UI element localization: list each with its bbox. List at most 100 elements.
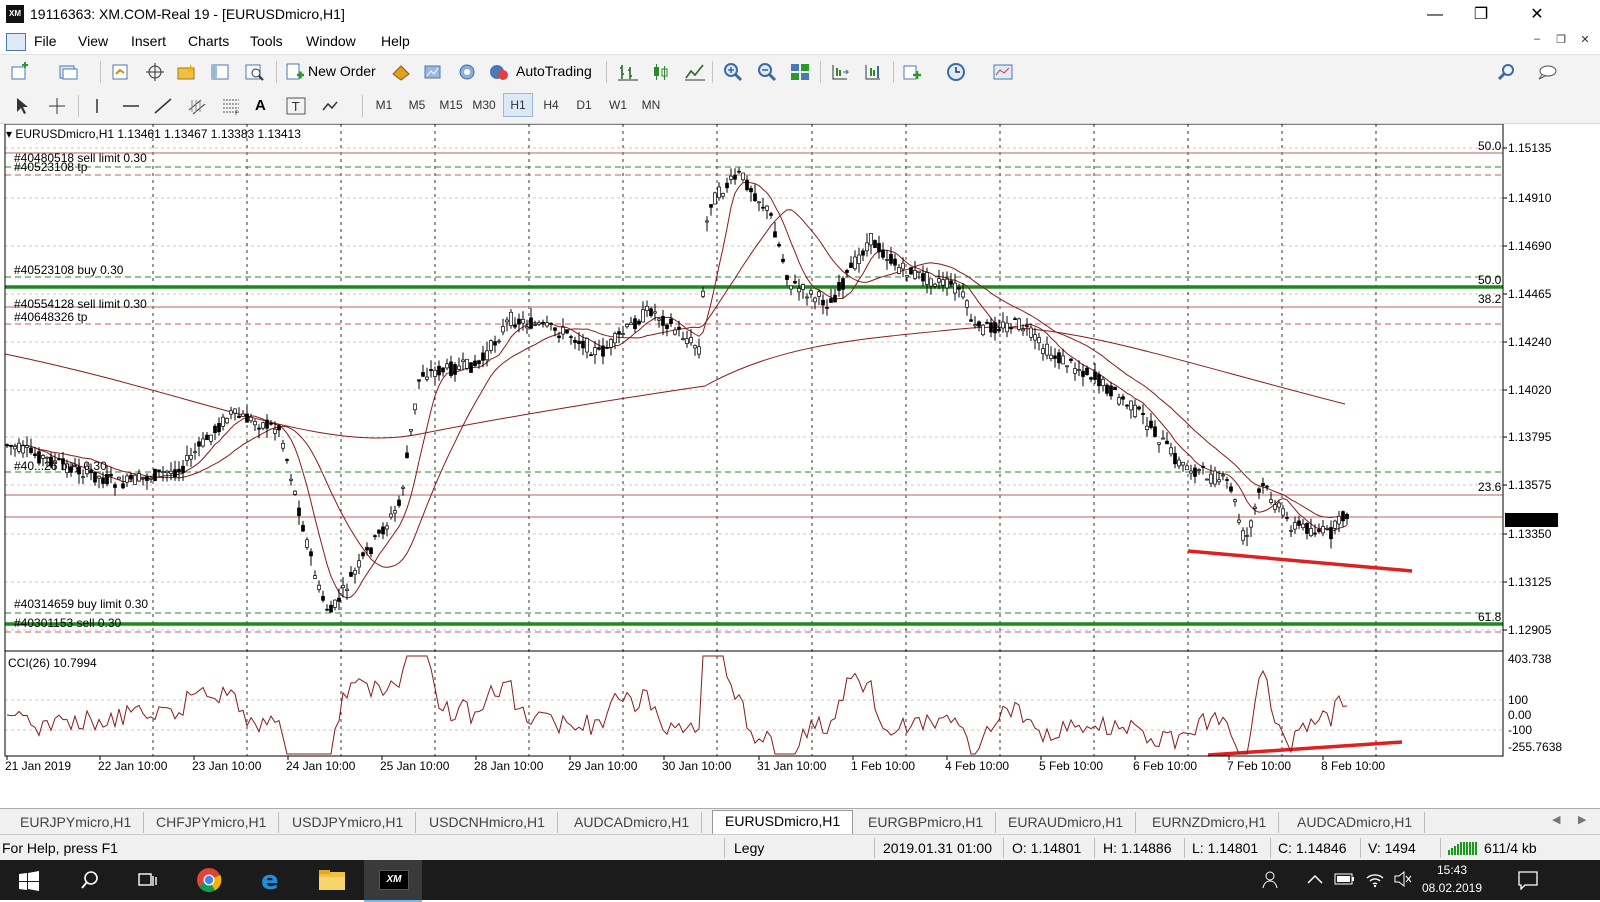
candle-body [297, 507, 301, 516]
people-icon[interactable] [1262, 870, 1282, 890]
menu-charts[interactable]: Charts [188, 33, 229, 49]
chat-icon[interactable] [1536, 62, 1558, 82]
timeframe-m15[interactable]: M15 [437, 98, 465, 112]
market-watch-icon[interactable] [110, 62, 132, 82]
tab-chfjpy[interactable]: CHFJPYmicro,H1 [144, 812, 280, 833]
indicators-icon[interactable] [902, 62, 924, 82]
zoom-in-icon[interactable] [722, 62, 744, 82]
tray-chevron-up-icon[interactable] [1306, 872, 1324, 886]
trendline-icon[interactable] [152, 96, 174, 116]
line-chart-icon[interactable] [684, 62, 706, 82]
edge-icon[interactable]: e [258, 867, 284, 893]
horizontal-line-icon[interactable] [120, 96, 142, 116]
minimize-button[interactable]: — [1412, 0, 1458, 30]
tab-usdcnh[interactable]: USDCNHmicro,H1 [417, 812, 558, 833]
timeframe-m5[interactable]: M5 [403, 98, 431, 112]
task-view-icon[interactable] [137, 870, 159, 890]
notifications-icon[interactable] [1517, 870, 1539, 890]
autoscroll-icon[interactable] [829, 62, 851, 82]
candle-body [517, 318, 521, 325]
text-tool-icon[interactable]: A [255, 97, 266, 114]
crosshair-icon[interactable] [46, 96, 68, 116]
text-label-icon[interactable]: T [285, 96, 307, 116]
chart-window[interactable]: 1.15135 1.14910 1.14690 1.14465 1.14240 1.140… [0, 124, 1600, 808]
tab-eurnzd[interactable]: EURNZDmicro,H1 [1140, 812, 1280, 833]
close-button[interactable]: ✕ [1514, 0, 1560, 30]
clock-time[interactable]: 15:43 [1420, 863, 1484, 877]
tab-audcad-2[interactable]: AUDCADmicro,H1 [1285, 812, 1426, 833]
fibonacci-icon[interactable]: F [220, 96, 242, 116]
clock-date[interactable]: 08.02.2019 [1420, 881, 1484, 895]
zoom-out-icon[interactable] [756, 62, 778, 82]
menu-view[interactable]: View [78, 33, 108, 49]
chart-shift-icon[interactable] [862, 62, 884, 82]
windows-start-icon[interactable] [19, 871, 39, 891]
taskbar-xm-app[interactable]: XM [364, 860, 422, 902]
tab-audcad[interactable]: AUDCADmicro,H1 [562, 812, 703, 833]
timeframe-m1[interactable]: M1 [370, 98, 398, 112]
autotrading-icon[interactable] [488, 62, 510, 82]
tab-eurjpy[interactable]: EURJPYmicro,H1 [8, 812, 145, 833]
maximize-button[interactable]: ❐ [1458, 0, 1504, 30]
tab-euraud[interactable]: EURAUDmicro,H1 [996, 812, 1137, 833]
mdi-close-icon[interactable]: ✕ [1575, 33, 1595, 46]
battery-icon[interactable] [1334, 872, 1356, 886]
timeframe-m30[interactable]: M30 [470, 98, 498, 112]
search-icon[interactable] [1496, 62, 1518, 82]
vertical-line-icon[interactable] [86, 96, 108, 116]
wifi-icon[interactable] [1365, 870, 1385, 888]
tab-scroll-right-icon[interactable]: ▶ [1578, 813, 1586, 826]
candle-body [245, 413, 249, 423]
timeframe-h1[interactable]: H1 [503, 93, 533, 117]
new-order-icon[interactable] [284, 62, 306, 82]
market-icon[interactable] [456, 62, 478, 82]
menu-insert[interactable]: Insert [131, 33, 166, 49]
new-order-button[interactable]: New Order [308, 63, 376, 79]
chart-canvas[interactable]: 1.15135 1.14910 1.14690 1.14465 1.14240 1.140… [0, 124, 1600, 808]
mdi-restore-icon[interactable]: ❐ [1551, 33, 1571, 46]
menu-window[interactable]: Window [306, 33, 356, 49]
profiles-icon[interactable] [58, 62, 80, 82]
templates-icon[interactable] [992, 62, 1014, 82]
bar-chart-icon[interactable] [617, 62, 639, 82]
candle-body [605, 346, 609, 349]
metaeditor-icon[interactable] [390, 62, 412, 82]
arrows-icon[interactable] [319, 96, 341, 116]
candle-body [933, 283, 937, 287]
mdi-minimize-icon[interactable]: – [1527, 33, 1547, 45]
collapse-arrow-icon[interactable]: ▾ [6, 127, 12, 141]
tile-windows-icon[interactable] [789, 62, 811, 82]
menu-file[interactable]: File [34, 33, 57, 49]
menu-help[interactable]: Help [381, 33, 410, 49]
terminal-icon[interactable] [210, 62, 232, 82]
candle-body [153, 468, 157, 481]
timeframe-d1[interactable]: D1 [570, 98, 598, 112]
crosshair-navigator-icon[interactable] [144, 62, 166, 82]
chrome-icon[interactable] [196, 867, 222, 893]
toolbar-separator [712, 61, 713, 83]
signals-icon[interactable] [422, 62, 444, 82]
channel-icon[interactable] [186, 96, 208, 116]
status-separator [1003, 838, 1004, 858]
search-taskbar-icon[interactable] [80, 870, 100, 890]
tab-eurgbp[interactable]: EURGBPmicro,H1 [856, 812, 997, 833]
connection-bars-icon[interactable] [1448, 841, 1480, 855]
file-explorer-icon[interactable] [318, 869, 346, 891]
tab-usdjpy[interactable]: USDJPYmicro,H1 [280, 812, 417, 833]
volume-muted-icon[interactable] [1393, 870, 1413, 888]
tab-eurusd[interactable]: EURUSDmicro,H1 [712, 810, 854, 835]
navigator-folder-icon[interactable] [176, 62, 198, 82]
strategy-tester-icon[interactable] [244, 62, 266, 82]
timeframe-w1[interactable]: W1 [604, 98, 632, 112]
autotrading-button[interactable]: AutoTrading [516, 63, 592, 79]
menu-tools[interactable]: Tools [250, 33, 283, 49]
new-chart-icon[interactable] [10, 62, 32, 82]
candle-body [897, 267, 901, 274]
candle-body [1253, 506, 1257, 509]
cursor-icon[interactable] [10, 96, 32, 116]
candlestick-icon[interactable] [650, 62, 672, 82]
timeframe-h4[interactable]: H4 [537, 98, 565, 112]
periods-clock-icon[interactable] [946, 62, 968, 82]
timeframe-mn[interactable]: MN [637, 98, 665, 112]
tab-scroll-left-icon[interactable]: ◀ [1552, 813, 1560, 826]
